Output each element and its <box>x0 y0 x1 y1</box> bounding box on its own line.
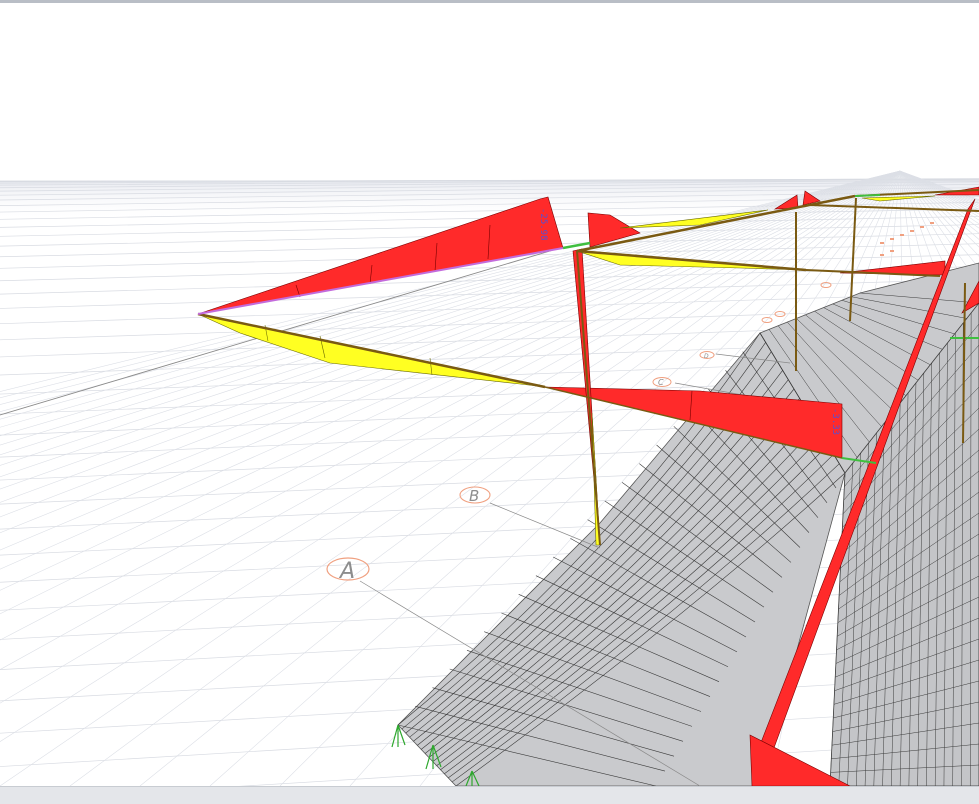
grid-bubble-c[interactable]: C <box>652 377 672 388</box>
grid-label-a: A <box>338 559 355 584</box>
model-3d-viewport[interactable]: A B C D -25.98 -3.33 <box>0 3 979 786</box>
grid-bubble-b[interactable]: B <box>459 486 491 505</box>
grid-bubble-a[interactable]: A <box>326 557 370 584</box>
moment-value-label-1: -25.98 <box>538 208 548 241</box>
application-window: A B C D -25.98 -3.33 <box>0 0 979 804</box>
status-bar <box>0 786 979 804</box>
grid-line <box>0 586 979 640</box>
moment-value-label-2: -3.33 <box>830 408 840 435</box>
grid-bubble-d[interactable]: D <box>699 351 715 361</box>
grid-label-b: B <box>469 487 479 505</box>
grid-label-c: C <box>658 378 664 387</box>
grid-label-d: D <box>704 353 709 360</box>
scene-canvas[interactable]: A B C D -25.98 -3.33 <box>0 3 979 786</box>
